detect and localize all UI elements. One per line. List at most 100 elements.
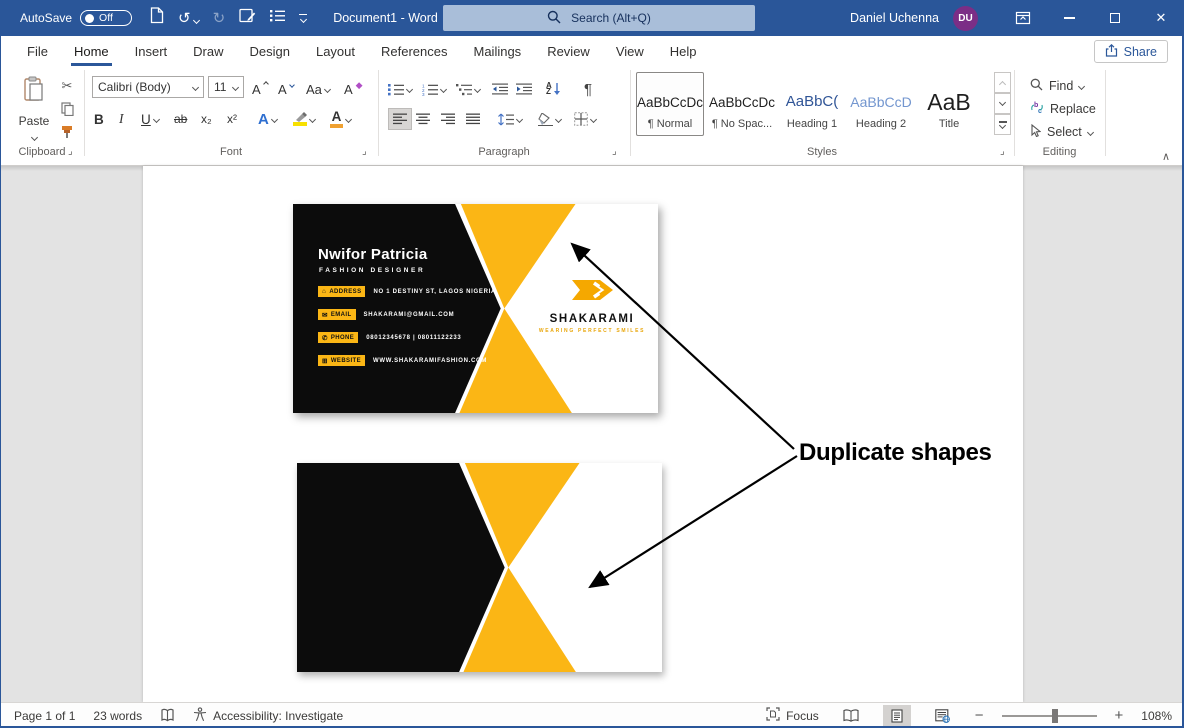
minimize-button[interactable] (1046, 0, 1092, 36)
accessibility-status[interactable]: Accessibility: Investigate (193, 703, 343, 728)
word-count[interactable]: 23 words (93, 703, 142, 728)
paste-button[interactable]: Paste (12, 72, 56, 142)
line-spacing-button[interactable] (498, 108, 522, 130)
font-size-select[interactable]: 11 (208, 76, 244, 98)
tab-home[interactable]: Home (61, 36, 122, 66)
styles-scroll-up-icon[interactable] (994, 72, 1011, 93)
tab-view[interactable]: View (603, 36, 657, 66)
change-case-button[interactable]: Aa (306, 78, 330, 100)
tab-insert[interactable]: Insert (122, 36, 181, 66)
decrease-indent-button[interactable] (492, 78, 508, 100)
bullet-list-icon[interactable] (270, 9, 285, 27)
clipboard-dialog-launcher[interactable]: ⌟ (68, 146, 73, 157)
pilcrow-button[interactable]: ¶ (584, 78, 592, 100)
align-left-button[interactable] (388, 108, 412, 130)
arrow-to-card1[interactable] (572, 244, 794, 449)
ribbon-display-options-icon[interactable] (1000, 0, 1046, 36)
font-dialog-launcher[interactable]: ⌟ (362, 146, 367, 157)
share-icon (1105, 44, 1118, 60)
close-button[interactable]: ✕ (1138, 0, 1184, 36)
style-heading-2[interactable]: AaBbCcD Heading 2 (848, 72, 914, 136)
align-center-button[interactable] (416, 108, 430, 130)
avatar[interactable]: DU (953, 6, 978, 31)
style-normal[interactable]: AaBbCcDc ¶ Normal (636, 72, 704, 136)
focus-mode-button[interactable]: Focus (766, 703, 819, 728)
svg-text:3: 3 (422, 92, 425, 96)
page-indicator[interactable]: Page 1 of 1 (14, 703, 75, 728)
annotation-text[interactable]: Duplicate shapes (799, 439, 992, 467)
font-name-select[interactable]: Calibri (Body) (92, 76, 204, 98)
collapse-ribbon-icon[interactable]: ∧ (1162, 150, 1170, 163)
search-placeholder: Search (Alt+Q) (571, 11, 651, 25)
find-icon (1030, 78, 1043, 94)
arrow-to-card2[interactable] (590, 456, 797, 587)
text-effects-button[interactable]: A (258, 108, 277, 130)
tab-mailings[interactable]: Mailings (461, 36, 535, 66)
clear-formatting-button[interactable]: A◆ (344, 78, 363, 100)
styles-dialog-launcher[interactable]: ⌟ (1000, 146, 1005, 157)
undo-icon[interactable]: ↺ (178, 11, 199, 26)
superscript-button[interactable]: x² (227, 108, 237, 130)
style-heading-1[interactable]: AaBbC( Heading 1 (780, 72, 844, 136)
search-input[interactable]: Search (Alt+Q) (443, 5, 755, 31)
tab-layout[interactable]: Layout (303, 36, 368, 66)
style-no-spacing[interactable]: AaBbCcDc ¶ No Spac... (708, 72, 776, 136)
tab-file[interactable]: File (14, 36, 61, 66)
format-painter-icon[interactable] (56, 122, 78, 142)
styles-group-label: Styles (630, 146, 1014, 158)
underline-button[interactable]: U (141, 108, 159, 130)
proofing-icon[interactable] (160, 703, 175, 728)
user-name: Daniel Uchenna (850, 11, 939, 25)
copy-icon[interactable] (56, 99, 78, 119)
multilevel-list-button[interactable] (456, 78, 480, 100)
paragraph-dialog-launcher[interactable]: ⌟ (612, 146, 617, 157)
zoom-in-button[interactable]: + (1115, 707, 1124, 724)
zoom-slider-thumb[interactable] (1052, 709, 1058, 723)
maximize-button[interactable] (1092, 0, 1138, 36)
increase-indent-button[interactable] (516, 78, 532, 100)
zoom-out-button[interactable]: − (975, 707, 984, 724)
share-button[interactable]: Share (1094, 40, 1168, 63)
clipboard-icon (22, 76, 46, 107)
styles-gallery-more-icon[interactable] (994, 114, 1011, 135)
select-button[interactable]: Select (1030, 122, 1093, 142)
justify-button[interactable] (466, 108, 480, 130)
cut-icon[interactable]: ✂ (56, 76, 78, 96)
replace-button[interactable]: bc Replace (1030, 99, 1096, 119)
zoom-level[interactable]: 108% (1141, 703, 1172, 728)
new-file-icon[interactable] (150, 7, 164, 29)
shrink-font-button[interactable]: A (278, 78, 294, 100)
align-right-button[interactable] (441, 108, 455, 130)
tab-draw[interactable]: Draw (180, 36, 236, 66)
web-layout-button[interactable] (929, 705, 957, 727)
tab-references[interactable]: References (368, 36, 460, 66)
print-layout-button[interactable] (883, 705, 911, 727)
autosave-label: AutoSave (20, 11, 72, 25)
read-mode-button[interactable] (837, 705, 865, 727)
highlight-color-button[interactable] (293, 108, 315, 130)
customize-qat-chevron-icon[interactable] (299, 14, 307, 22)
strikethrough-button[interactable]: ab (174, 108, 187, 130)
sort-button[interactable]: AZ (546, 78, 561, 100)
shading-button[interactable] (538, 108, 561, 130)
styles-scroll-down-icon[interactable] (994, 93, 1011, 114)
share-label: Share (1124, 45, 1157, 59)
document-title: Document1 - Word (333, 11, 438, 25)
grow-font-button[interactable]: A (252, 78, 268, 100)
numbering-button[interactable]: 123 (422, 78, 446, 100)
save-icon[interactable] (239, 8, 256, 29)
bullets-button[interactable] (388, 78, 412, 100)
bold-button[interactable]: B (94, 108, 104, 130)
style-title[interactable]: AaB Title (918, 72, 980, 136)
tab-design[interactable]: Design (237, 36, 303, 66)
find-button[interactable]: Find (1030, 76, 1084, 96)
redo-icon[interactable]: ↻ (213, 11, 226, 26)
tab-help[interactable]: Help (657, 36, 710, 66)
font-color-button[interactable]: A (330, 108, 351, 130)
borders-button[interactable] (574, 108, 596, 130)
autosave-toggle[interactable]: Off (80, 10, 132, 26)
italic-button[interactable]: I (119, 108, 124, 130)
tab-review[interactable]: Review (534, 36, 603, 66)
subscript-button[interactable]: x₂ (201, 108, 212, 130)
zoom-slider[interactable] (1002, 715, 1097, 717)
